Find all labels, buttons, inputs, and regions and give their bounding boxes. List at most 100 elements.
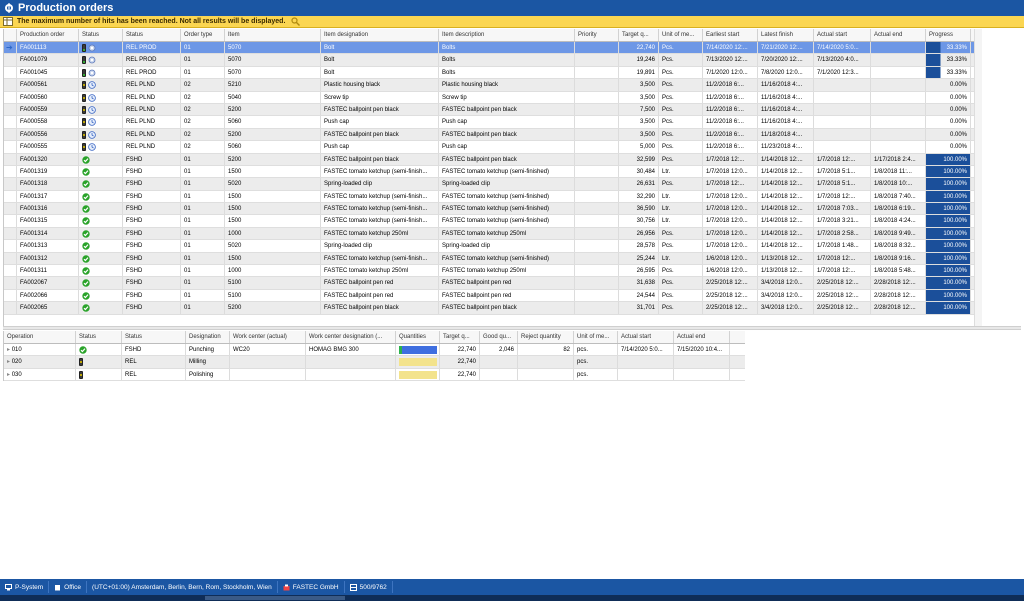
cell-designation[interactable]: Spring-loaded clip [321, 178, 439, 190]
cell-progress[interactable]: 0.00% [926, 128, 971, 141]
cell-priority[interactable] [575, 141, 619, 153]
cell-description[interactable]: FASTEC ballpoint pen red [439, 289, 575, 302]
cell-item[interactable]: 5200 [225, 128, 321, 141]
cell-designation[interactable]: Spring-loaded clip [321, 240, 439, 252]
cell-target[interactable]: 24,544 [619, 289, 659, 302]
cell-latest[interactable]: 1/14/2018 12:... [758, 240, 814, 252]
op-column-header-icon[interactable]: Status [76, 331, 122, 343]
table-row[interactable]: FA001320 FSHD 01 5200 FASTEC ballpoint pen b… [4, 153, 974, 166]
op-cell-wcd[interactable] [306, 368, 396, 381]
column-header-status[interactable]: Status [123, 29, 181, 41]
cell-status[interactable]: REL PROD [123, 42, 181, 54]
row-selector[interactable] [4, 66, 17, 79]
cell-item[interactable]: 5020 [225, 178, 321, 190]
cell-earliest[interactable]: 11/2/2018 6:... [703, 79, 758, 91]
cell-astart[interactable]: 7/14/2020 5:0... [814, 42, 871, 54]
row-selector[interactable] [4, 128, 17, 141]
search-icon[interactable] [291, 17, 301, 26]
column-header-aend[interactable]: Actual end [871, 29, 926, 41]
cell-status[interactable]: FSHD [123, 252, 181, 265]
op-cell-wcd[interactable] [306, 356, 396, 368]
cell-aend[interactable]: 2/28/2018 12:... [871, 277, 926, 289]
cell-status[interactable]: FSHD [123, 178, 181, 190]
cell-item[interactable]: 5100 [225, 289, 321, 302]
table-row[interactable]: FA001317 FSHD 01 1500 FASTEC tomato ketchup … [4, 190, 974, 204]
cell-designation[interactable]: FASTEC tomato ketchup (semi-finish... [321, 165, 439, 178]
op-cell-reject[interactable] [518, 356, 574, 368]
cell-priority[interactable] [575, 54, 619, 66]
op-cell-target[interactable]: 22,740 [440, 356, 480, 368]
cell-aend[interactable]: 1/8/2018 4:24... [871, 215, 926, 227]
cell-latest[interactable]: 1/14/2018 12:... [758, 165, 814, 178]
cell-order[interactable]: FA001317 [17, 190, 79, 203]
op-column-header-aend[interactable]: Actual end [674, 331, 730, 343]
cell-target[interactable]: 30,484 [619, 165, 659, 178]
cell-earliest[interactable]: 11/2/2018 6:... [703, 128, 758, 141]
column-header-item[interactable]: Item [225, 29, 321, 41]
cell-designation[interactable]: FASTEC ballpoint pen black [321, 302, 439, 314]
table-row[interactable]: FA000561 REL PLND 02 5210 Plastic housing bl… [4, 79, 974, 92]
cell-astart[interactable] [814, 141, 871, 153]
cell-aend[interactable] [871, 66, 926, 79]
cell-order[interactable]: FA001318 [17, 178, 79, 190]
cell-earliest[interactable]: 1/7/2018 12:... [703, 153, 758, 165]
cell-aend[interactable] [871, 128, 926, 141]
cell-description[interactable]: Screw tip [439, 91, 575, 103]
row-selector[interactable] [4, 190, 17, 203]
table-row[interactable]: FA002067 FSHD 01 5100 FASTEC ballpoint pen r… [4, 277, 974, 290]
op-cell-unit[interactable]: pcs. [574, 356, 618, 368]
cell-item[interactable]: 5210 [225, 79, 321, 91]
cell-unit[interactable]: Pcs. [659, 79, 703, 91]
cell-target[interactable]: 3,500 [619, 79, 659, 91]
cell-description[interactable]: Bolts [439, 66, 575, 79]
op-column-header-wcd[interactable]: Work center designation (... [306, 331, 396, 343]
cell-designation[interactable]: Plastic housing black [321, 79, 439, 91]
op-cell-wcd[interactable]: HOMAG BMG 300 [306, 344, 396, 356]
cell-type[interactable]: 01 [181, 265, 225, 277]
row-selector[interactable] [4, 165, 17, 178]
cell-progress[interactable]: 100.00% [926, 277, 971, 289]
cell-target[interactable]: 7,500 [619, 103, 659, 116]
cell-item[interactable]: 1500 [225, 165, 321, 178]
cell-description[interactable]: Push cap [439, 141, 575, 153]
cell-earliest[interactable]: 2/25/2018 12:... [703, 289, 758, 302]
row-selector[interactable] [4, 265, 17, 277]
row-selector[interactable] [4, 215, 17, 227]
cell-aend[interactable]: 1/8/2018 5:48... [871, 265, 926, 277]
cell-description[interactable]: FASTEC ballpoint pen black [439, 128, 575, 141]
cell-astart[interactable]: 7/1/2020 12:3... [814, 66, 871, 79]
cell-earliest[interactable]: 1/7/2018 12:0... [703, 190, 758, 203]
cell-item[interactable]: 5060 [225, 116, 321, 128]
cell-priority[interactable] [575, 103, 619, 116]
cell-type[interactable]: 01 [181, 277, 225, 289]
cell-astart[interactable] [814, 128, 871, 141]
cell-unit[interactable]: Pcs. [659, 240, 703, 252]
cell-designation[interactable]: FASTEC ballpoint pen red [321, 289, 439, 302]
cell-latest[interactable]: 1/14/2018 12:... [758, 153, 814, 165]
cell-priority[interactable] [575, 265, 619, 277]
cell-latest[interactable]: 7/21/2020 12:... [758, 42, 814, 54]
row-selector[interactable] [4, 240, 17, 252]
op-column-header-target[interactable]: Target q... [440, 331, 480, 343]
cell-earliest[interactable]: 11/2/2018 6:... [703, 103, 758, 116]
cell-aend[interactable]: 2/28/2018 12:... [871, 289, 926, 302]
cell-item[interactable]: 5200 [225, 103, 321, 116]
cell-unit[interactable]: Pcs. [659, 153, 703, 165]
cell-astart[interactable]: 1/7/2018 12:... [814, 190, 871, 203]
cell-target[interactable]: 32,290 [619, 190, 659, 203]
cell-latest[interactable]: 3/4/2018 12:0... [758, 302, 814, 314]
cell-astart[interactable]: 1/7/2018 12:... [814, 265, 871, 277]
op-cell-unit[interactable]: pcs. [574, 368, 618, 381]
cell-status[interactable]: FSHD [123, 289, 181, 302]
cell-status[interactable]: FSHD [123, 277, 181, 289]
cell-priority[interactable] [575, 79, 619, 91]
cell-astart[interactable]: 2/25/2018 12:... [814, 277, 871, 289]
cell-description[interactable]: Plastic housing black [439, 79, 575, 91]
cell-order[interactable]: FA002065 [17, 302, 79, 314]
column-header-latest[interactable]: Latest finish [758, 29, 814, 41]
cell-description[interactable]: Bolts [439, 42, 575, 54]
cell-earliest[interactable]: 11/2/2018 6:... [703, 116, 758, 128]
cell-latest[interactable]: 1/14/2018 12:... [758, 203, 814, 215]
cell-designation[interactable]: FASTEC tomato ketchup 250ml [321, 227, 439, 240]
op-cell-op[interactable]: ▸ 030 [4, 368, 76, 381]
